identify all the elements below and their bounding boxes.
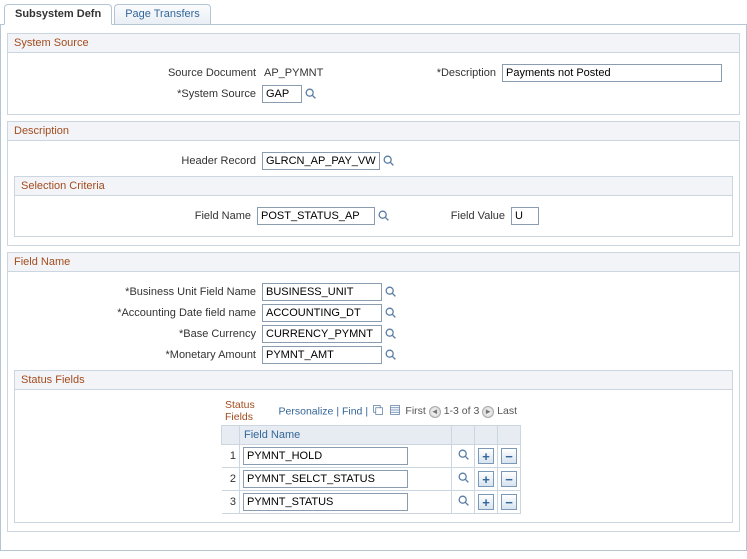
- input-base-currency[interactable]: [262, 325, 382, 343]
- tab-content: System Source Source Document AP_PYMNT D…: [0, 25, 747, 551]
- input-system-source[interactable]: [262, 85, 302, 103]
- delete-row-button[interactable]: −: [501, 448, 517, 464]
- label-base-currency: Base Currency: [179, 328, 256, 340]
- input-monetary-amount[interactable]: [262, 346, 382, 364]
- zoom-icon[interactable]: [372, 407, 384, 419]
- label-system-source: System Source: [177, 88, 256, 100]
- tab-bar: Subsystem Defn Page Transfers: [0, 0, 747, 25]
- label-monetary-amount: Monetary Amount: [166, 349, 257, 361]
- lookup-icon[interactable]: [384, 285, 398, 299]
- value-source-document: AP_PYMNT: [262, 67, 412, 79]
- input-description[interactable]: [502, 64, 722, 82]
- grid-first-label: First: [405, 405, 425, 417]
- lookup-icon[interactable]: [304, 87, 318, 101]
- section-system-source: System Source Source Document AP_PYMNT D…: [7, 33, 740, 115]
- add-row-button[interactable]: +: [478, 494, 494, 510]
- grid-field-name-input[interactable]: [243, 470, 408, 488]
- lookup-icon[interactable]: [384, 327, 398, 341]
- lookup-icon[interactable]: [457, 448, 471, 462]
- tab-subsystem-defn[interactable]: Subsystem Defn: [4, 4, 112, 25]
- add-row-button[interactable]: +: [478, 471, 494, 487]
- lookup-icon[interactable]: [457, 471, 471, 485]
- download-icon[interactable]: [389, 407, 401, 419]
- grid-range: 1-3 of 3: [444, 405, 480, 417]
- grid-status-fields: Status Fields Personalize | Find | First: [221, 398, 521, 514]
- lookup-icon[interactable]: [457, 494, 471, 508]
- grid-field-name-input[interactable]: [243, 493, 408, 511]
- section-title-field-name: Field Name: [7, 252, 740, 271]
- section-field-name: Field Name Business Unit Field Name Acco…: [7, 252, 740, 532]
- grid-field-name-input[interactable]: [243, 447, 408, 465]
- grid-col-field-name[interactable]: Field Name: [240, 426, 452, 445]
- input-acct-date-field-name[interactable]: [262, 304, 382, 322]
- label-header-record: Header Record: [14, 155, 262, 167]
- grid-row-index: 1: [222, 445, 240, 468]
- label-bu-field-name: Business Unit Field Name: [125, 286, 256, 298]
- label-sc-field-name: Field Name: [21, 210, 257, 222]
- label-sc-field-value: Field Value: [391, 210, 511, 222]
- label-acct-date-field-name: Accounting Date field name: [117, 307, 256, 319]
- grid-personalize-link[interactable]: Personalize: [279, 405, 334, 417]
- section-selection-criteria: Selection Criteria Field Name Field Valu…: [14, 176, 733, 237]
- section-title-status-fields: Status Fields: [14, 370, 733, 389]
- delete-row-button[interactable]: −: [501, 494, 517, 510]
- grid-next-icon[interactable]: ►: [482, 406, 494, 418]
- grid-find-link[interactable]: Find: [342, 405, 362, 417]
- grid-title: Status Fields: [225, 400, 275, 423]
- lookup-icon[interactable]: [377, 209, 391, 223]
- lookup-icon[interactable]: [382, 154, 396, 168]
- add-row-button[interactable]: +: [478, 448, 494, 464]
- table-row: 1 + −: [222, 445, 521, 468]
- label-description: Description: [437, 67, 496, 79]
- tab-page-transfers[interactable]: Page Transfers: [114, 4, 211, 24]
- table-row: 2 + −: [222, 468, 521, 491]
- section-title-description: Description: [7, 121, 740, 140]
- section-description: Description Header Record Selection Crit…: [7, 121, 740, 246]
- section-title-system-source: System Source: [7, 33, 740, 52]
- input-sc-field-name[interactable]: [257, 207, 375, 225]
- grid-row-index: 3: [222, 491, 240, 514]
- lookup-icon[interactable]: [384, 306, 398, 320]
- delete-row-button[interactable]: −: [501, 471, 517, 487]
- input-bu-field-name[interactable]: [262, 283, 382, 301]
- grid-row-index: 2: [222, 468, 240, 491]
- grid-prev-icon[interactable]: ◄: [429, 406, 441, 418]
- input-header-record[interactable]: [262, 152, 380, 170]
- section-title-selection-criteria: Selection Criteria: [14, 176, 733, 195]
- grid-last-label: Last: [497, 405, 517, 417]
- lookup-icon[interactable]: [384, 348, 398, 362]
- section-status-fields: Status Fields Status Fields Personalize …: [14, 370, 733, 523]
- label-source-document: Source Document: [14, 67, 262, 79]
- input-sc-field-value[interactable]: [511, 207, 539, 225]
- table-row: 3 + −: [222, 491, 521, 514]
